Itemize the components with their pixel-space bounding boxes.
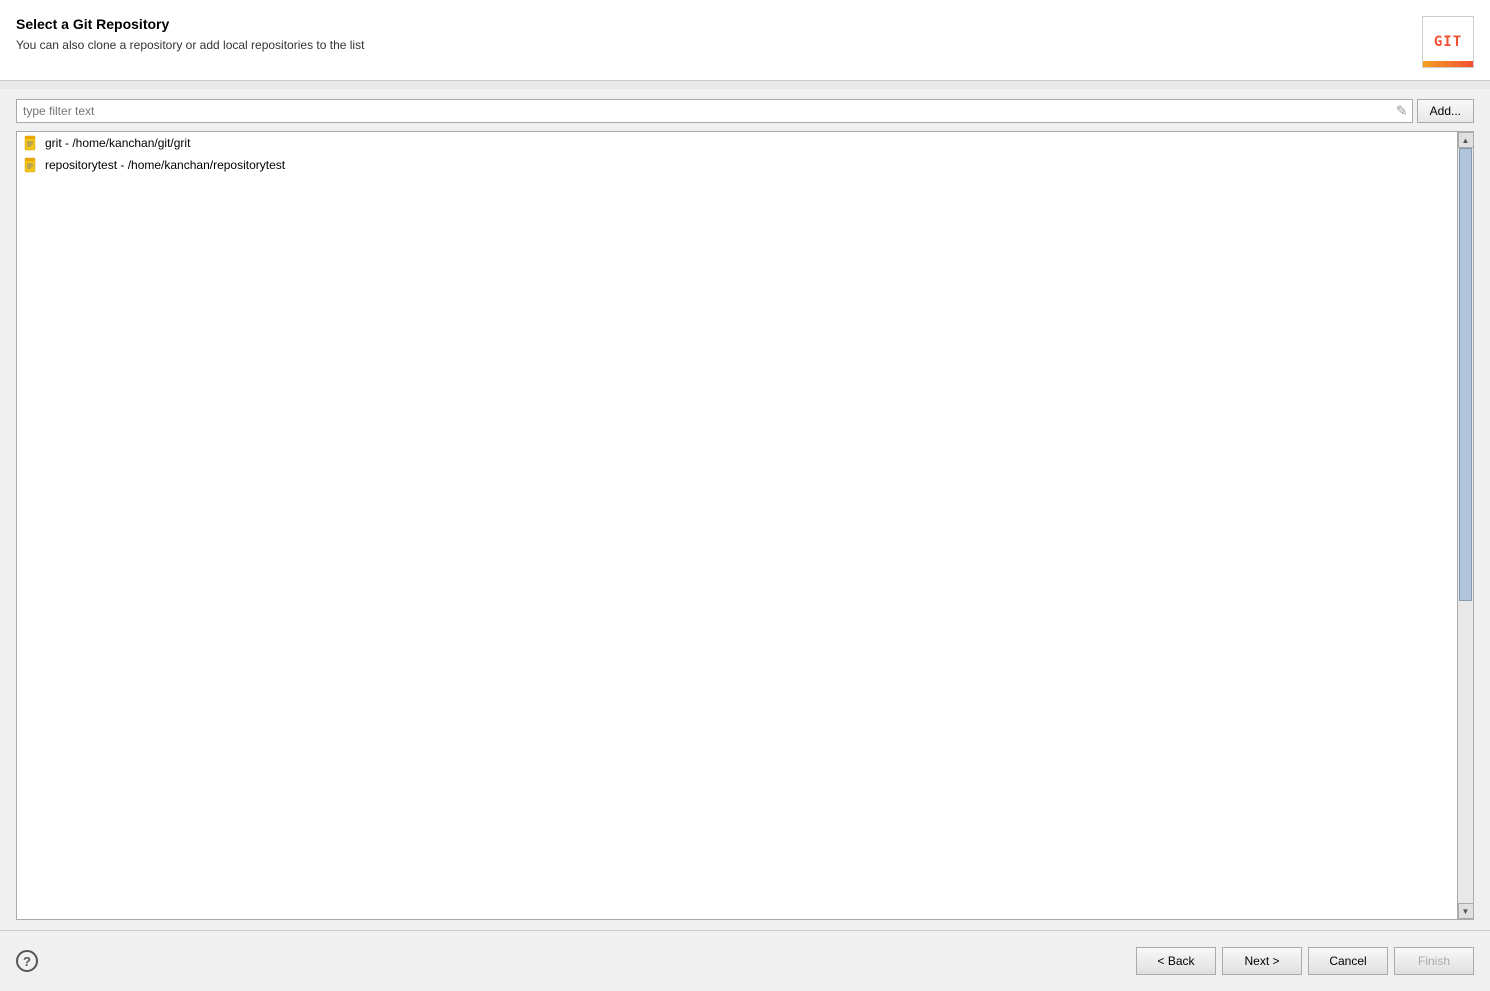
scroll-thumb[interactable]	[1459, 148, 1472, 601]
footer-buttons: < Back Next > Cancel Finish	[1136, 947, 1474, 975]
scroll-track[interactable]	[1458, 148, 1473, 903]
repo-icon-1	[23, 157, 39, 173]
page-subtitle: You can also clone a repository or add l…	[16, 38, 364, 52]
list-item[interactable]: grit - /home/kanchan/git/grit	[17, 132, 1457, 154]
scroll-down-arrow[interactable]: ▼	[1458, 903, 1474, 919]
dialog-container: Select a Git Repository You can also clo…	[0, 0, 1490, 991]
cancel-button[interactable]: Cancel	[1308, 947, 1388, 975]
header-section: Select a Git Repository You can also clo…	[0, 0, 1490, 81]
filter-clear-icon[interactable]: ✎	[1396, 103, 1408, 120]
list-item-label-1: repositorytest - /home/kanchan/repositor…	[45, 158, 285, 172]
list-content[interactable]: grit - /home/kanchan/git/grit repository…	[17, 132, 1457, 919]
list-item[interactable]: repositorytest - /home/kanchan/repositor…	[17, 154, 1457, 176]
add-button[interactable]: Add...	[1417, 99, 1474, 123]
list-container: grit - /home/kanchan/git/grit repository…	[16, 131, 1474, 920]
list-item-label-0: grit - /home/kanchan/git/grit	[45, 136, 190, 150]
git-logo: GIT	[1422, 16, 1474, 68]
repo-icon-0	[23, 135, 39, 151]
content-section: ✎ Add... grit - /home	[0, 89, 1490, 930]
filter-row: ✎ Add...	[16, 99, 1474, 123]
filter-input[interactable]	[17, 100, 1412, 122]
git-logo-bar	[1423, 61, 1473, 67]
filter-input-wrapper: ✎	[16, 99, 1413, 123]
page-title: Select a Git Repository	[16, 16, 364, 32]
footer-section: ? < Back Next > Cancel Finish	[0, 930, 1490, 991]
header-text: Select a Git Repository You can also clo…	[16, 16, 364, 52]
finish-button[interactable]: Finish	[1394, 947, 1474, 975]
git-logo-text: GIT	[1434, 34, 1462, 50]
next-button[interactable]: Next >	[1222, 947, 1302, 975]
separator	[0, 81, 1490, 89]
back-button[interactable]: < Back	[1136, 947, 1216, 975]
help-icon[interactable]: ?	[16, 950, 38, 972]
footer-left: ?	[16, 950, 38, 972]
scroll-up-arrow[interactable]: ▲	[1458, 132, 1474, 148]
scrollbar[interactable]: ▲ ▼	[1457, 132, 1473, 919]
